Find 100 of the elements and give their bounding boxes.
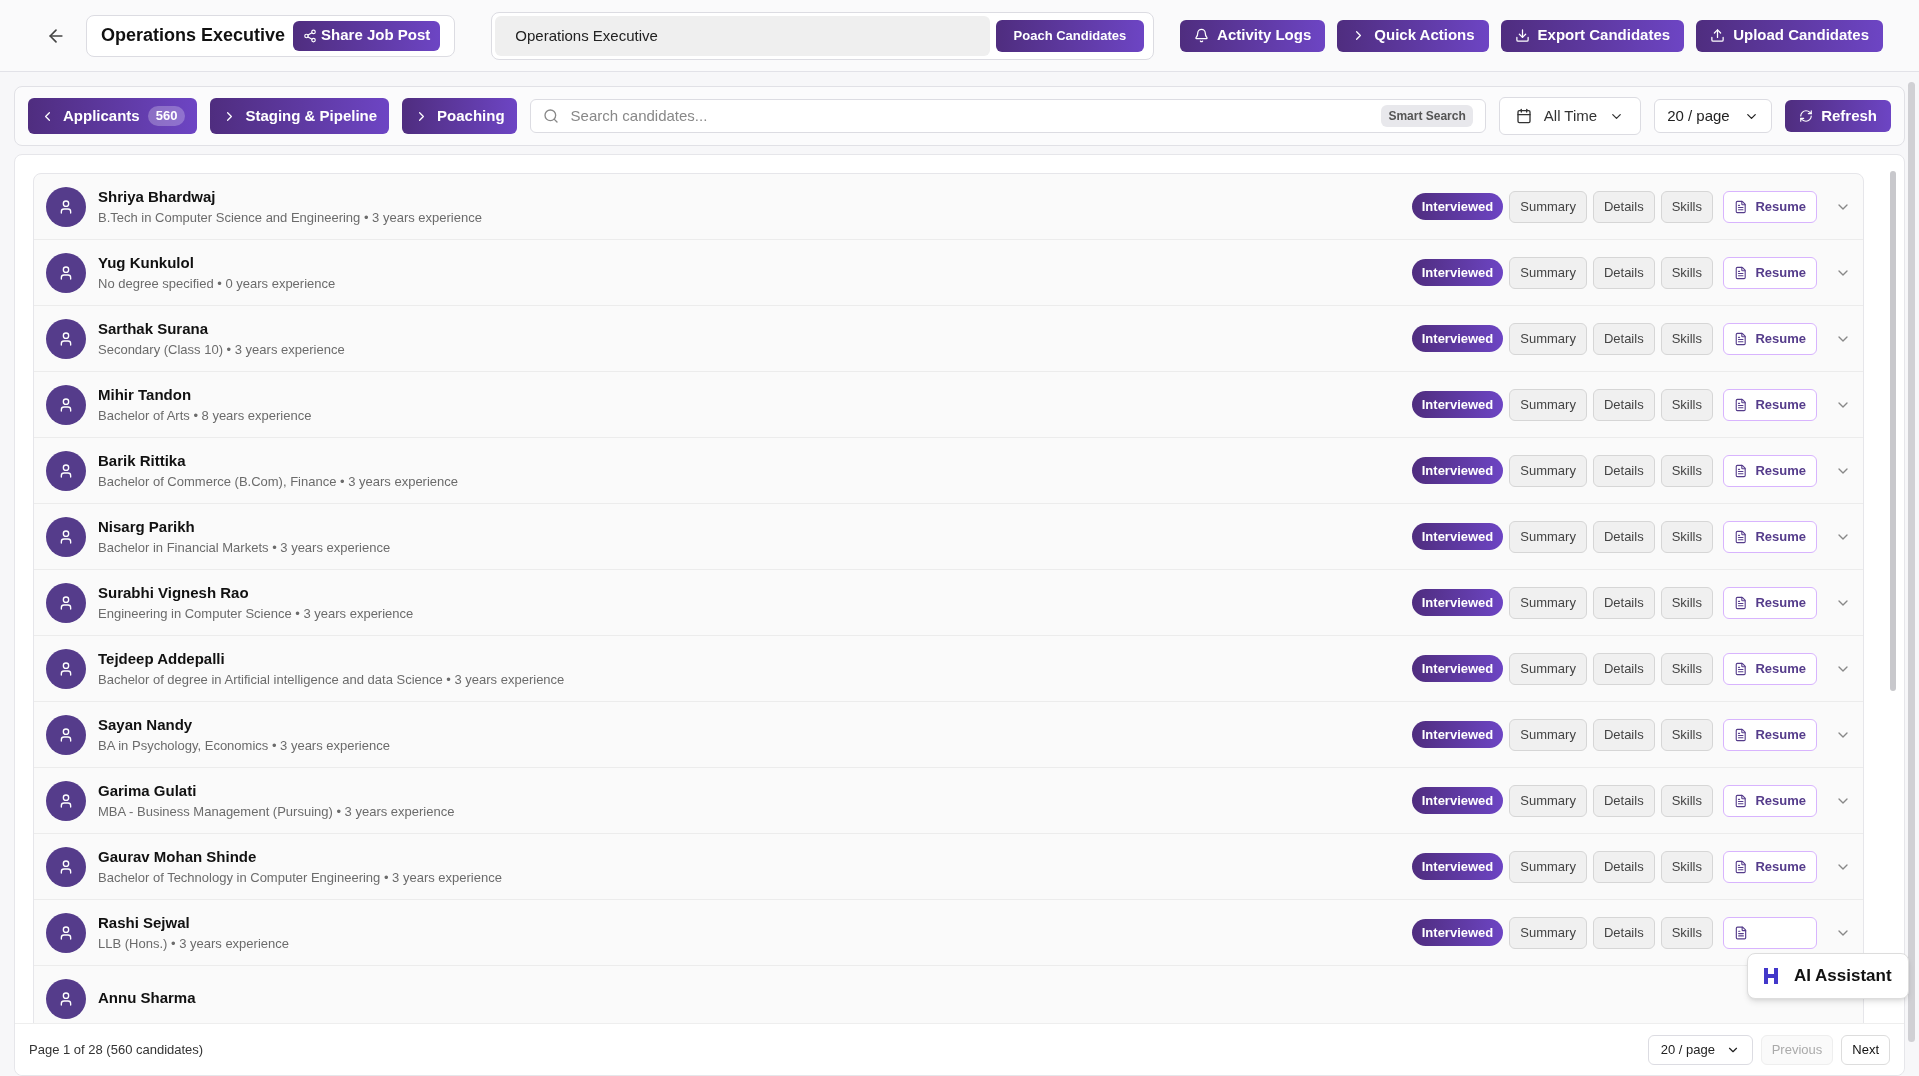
candidate-details: BA in Psychology, Economics • 3 years experience [98,737,390,755]
candidate-name: Sarthak Surana [98,318,210,339]
page-info: Page 1 of 28 (560 candidates) [29,1040,204,1059]
status-badge: Interviewed [1411,720,1504,749]
resume-button[interactable]: Resume [1723,850,1817,883]
candidate-tab-button[interactable]: Details [1592,322,1655,355]
header-action-button[interactable]: Activity Logs [1180,19,1326,52]
poach-job-field[interactable]: Operations Executive [495,15,990,56]
candidate-tab-button[interactable]: Summary [1509,190,1587,223]
candidate-details: Bachelor in Financial Markets • 3 years experience [98,539,391,557]
header-action-button[interactable]: Quick Actions [1337,19,1489,52]
candidate-tab-button[interactable]: Details [1592,454,1655,487]
candidate-tab-button[interactable]: Summary [1509,784,1587,817]
document-icon [1734,529,1748,544]
candidate-name: Tejdeep Addepalli [98,648,226,669]
candidate-tab-button[interactable]: Summary [1509,256,1587,289]
avatar-icon [46,648,86,689]
header-action-button[interactable]: Upload Candidates [1696,19,1883,52]
candidate-tab-button[interactable]: Skills [1660,586,1713,619]
resume-button[interactable]: Resume [1723,586,1817,619]
document-icon [1734,595,1748,610]
pagination-button[interactable]: Next [1841,1034,1890,1065]
search-icon [542,108,559,124]
candidate-name: Shriya Bhardwaj [98,186,217,207]
status-badge: Interviewed [1411,588,1504,617]
candidate-tab-button[interactable]: Summary [1509,454,1587,487]
status-badge: Interviewed [1411,522,1504,551]
candidate-tab-button[interactable]: Skills [1660,454,1713,487]
candidate-tab-button[interactable]: Skills [1660,388,1713,421]
smart-search-tag: Smart Search [1381,105,1473,127]
resume-button[interactable]: Resume [1723,784,1817,817]
search-field[interactable]: Search candidates... Smart Search [529,99,1486,133]
avatar-icon [46,516,86,557]
candidate-tab-button[interactable]: Summary [1509,718,1587,751]
resume-button[interactable]: Resume [1723,322,1817,355]
resume-button[interactable]: Resume [1723,520,1817,553]
page-size-select[interactable]: 20 / page [1654,99,1773,133]
candidate-name: Nisarg Parikh [98,516,196,537]
candidate-details: Bachelor of Arts • 8 years experience [98,407,312,425]
poach-candidates-button[interactable]: Poach Candidates [995,19,1145,52]
resume-button[interactable]: Resume [1723,454,1817,487]
candidate-tab-button[interactable]: Details [1592,256,1655,289]
candidate-tab-button[interactable]: Details [1592,850,1655,883]
avatar-icon [46,714,86,755]
document-icon [1734,199,1748,214]
avatar-icon [46,912,86,953]
resume-button[interactable]: Resume [1723,190,1817,223]
candidate-tab-button[interactable]: Summary [1509,850,1587,883]
status-badge: Interviewed [1411,852,1504,881]
resume-button[interactable]: Resume [1723,388,1817,421]
candidate-tab-button[interactable]: Skills [1660,784,1713,817]
candidate-tab-button[interactable]: Summary [1509,916,1587,949]
candidate-tab-button[interactable]: Details [1592,718,1655,751]
candidate-tab-button[interactable]: Skills [1660,256,1713,289]
page-size-select[interactable]: 20 / page [1647,1034,1753,1065]
share-icon [303,28,318,43]
candidate-details: B.Tech in Computer Science and Engineering • 3 years experience [98,209,482,227]
candidate-tab-button[interactable]: Skills [1660,520,1713,553]
document-icon [1734,727,1748,742]
candidate-tab-button[interactable]: Details [1592,586,1655,619]
search-input[interactable]: Search candidates... [570,104,1370,128]
status-badge: Interviewed [1411,390,1504,419]
candidate-tab-button[interactable]: Summary [1509,520,1587,553]
candidate-tab-button[interactable]: Skills [1660,652,1713,685]
view-tab-button[interactable]: Poaching [402,98,517,134]
candidate-tab-button[interactable]: Skills [1660,718,1713,751]
view-tab-button[interactable]: Applicants 560 [28,98,198,134]
candidate-tab-button[interactable]: Details [1592,520,1655,553]
candidate-details: MBA - Business Management (Pursuing) • 3 years experience [98,803,455,821]
view-tab-button[interactable]: Staging & Pipeline [210,98,390,134]
avatar-icon [46,252,86,293]
candidate-tab-button[interactable]: Summary [1509,586,1587,619]
candidate-tab-button[interactable]: Details [1592,190,1655,223]
candidate-tab-button[interactable]: Skills [1660,322,1713,355]
ai-assistant-tooltip[interactable]: AI Assistant [1747,953,1909,999]
candidate-tab-button[interactable]: Details [1592,916,1655,949]
resume-button[interactable]: Resume [1723,652,1817,685]
candidate-tab-button[interactable]: Summary [1509,652,1587,685]
candidate-tab-button[interactable]: Skills [1660,190,1713,223]
avatar-icon [46,978,86,1019]
assistant-logo-icon [1764,968,1778,984]
candidate-tab-button[interactable]: Details [1592,652,1655,685]
candidate-tab-button[interactable]: Summary [1509,322,1587,355]
bell-icon [1194,28,1210,43]
candidate-name: Sayan Nandy [98,714,194,735]
resume-button[interactable] [1723,916,1817,949]
header-action-button[interactable]: Export Candidates [1500,19,1685,52]
resume-button[interactable]: Resume [1723,256,1817,289]
document-icon [1734,331,1748,346]
candidate-tab-button[interactable]: Details [1592,388,1655,421]
share-job-post-button[interactable]: Share Job Post [293,20,441,51]
document-icon [1734,925,1748,940]
candidate-name: Garima Gulati [98,780,198,801]
candidate-tab-button[interactable]: Details [1592,784,1655,817]
resume-button[interactable]: Resume [1723,718,1817,751]
candidate-tab-button[interactable]: Summary [1509,388,1587,421]
candidate-tab-button[interactable]: Skills [1660,916,1713,949]
date-filter-dropdown[interactable]: All Time [1498,97,1642,135]
candidate-tab-button[interactable]: Skills [1660,850,1713,883]
refresh-button[interactable]: Refresh [1785,100,1891,132]
